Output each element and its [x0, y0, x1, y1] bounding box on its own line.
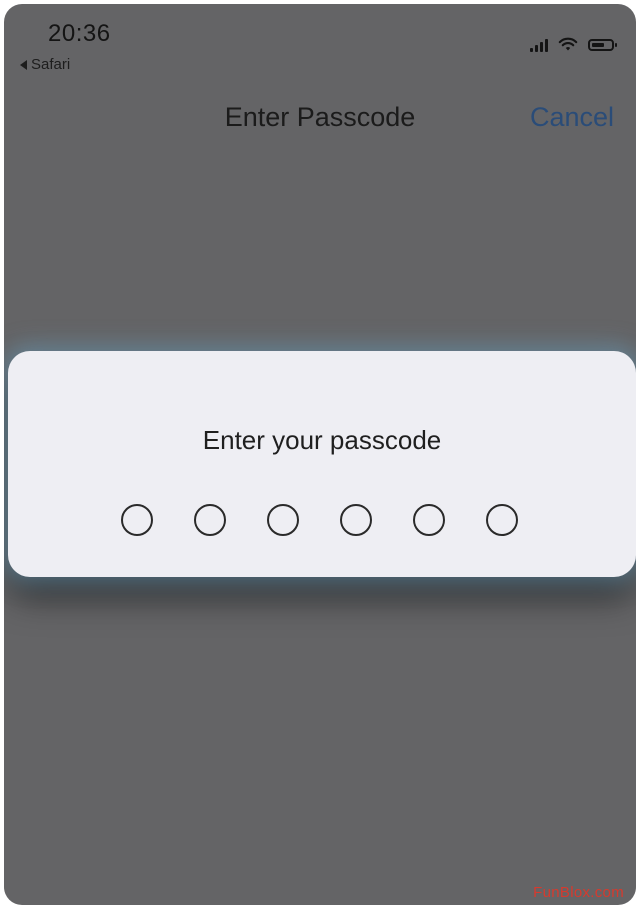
status-time: 20:36: [48, 20, 111, 47]
passcode-dot: [486, 504, 518, 536]
passcode-dot: [413, 504, 445, 536]
passcode-dot: [121, 504, 153, 536]
wifi-icon: [558, 37, 578, 51]
passcode-dot: [194, 504, 226, 536]
passcode-dot: [267, 504, 299, 536]
back-triangle-icon: [20, 59, 27, 70]
status-icons: [530, 37, 617, 52]
passcode-dot: [340, 504, 372, 536]
passcode-prompt: Enter your passcode: [202, 425, 442, 455]
phone-screen: 20:36 Safari Enter Passcode Cancel Enter…: [4, 4, 636, 905]
watermark: FunBlox.com: [533, 884, 624, 901]
battery-icon: [588, 38, 617, 51]
passcode-dialog: Enter your passcode: [8, 351, 636, 577]
signal-icon: [530, 38, 548, 52]
passcode-dots[interactable]: [121, 504, 518, 536]
cancel-button[interactable]: Cancel: [530, 102, 614, 133]
back-app-label: Safari: [31, 56, 71, 73]
back-to-app-link[interactable]: Safari: [20, 56, 70, 73]
